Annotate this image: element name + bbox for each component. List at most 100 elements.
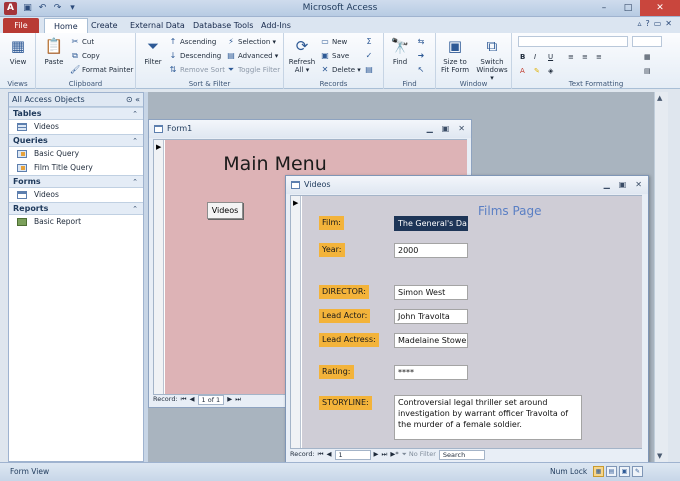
scroll-down-icon[interactable]: ▼ bbox=[657, 452, 662, 460]
film-field[interactable]: The General's Dau bbox=[394, 216, 468, 231]
bold-button[interactable]: B bbox=[520, 51, 525, 63]
tab-create[interactable]: Create bbox=[82, 18, 127, 33]
ascending-button[interactable]: ↑ Ascending bbox=[168, 36, 217, 48]
last-record-icon[interactable]: ⏭ bbox=[382, 449, 388, 460]
lead-actress-field[interactable]: Madelaine Stowe bbox=[394, 333, 468, 348]
prev-record-icon[interactable]: ◀ bbox=[190, 394, 195, 405]
totals-button[interactable]: Σ bbox=[364, 36, 376, 48]
layout-view-icon[interactable]: ▣ bbox=[619, 466, 630, 477]
close-icon[interactable]: ✕ bbox=[635, 176, 642, 194]
paste-button[interactable]: 📋 Paste bbox=[40, 36, 68, 66]
refresh-all-button[interactable]: ⟳ Refresh All ▾ bbox=[288, 36, 316, 74]
form1-title-bar[interactable]: Form1 ▁ ▣ ✕ bbox=[149, 120, 471, 138]
nav-pane-header[interactable]: All Access Objects ⊙ « bbox=[9, 93, 143, 107]
align-center-icon[interactable]: ≡ bbox=[582, 51, 588, 63]
help-icon[interactable]: ? bbox=[645, 19, 649, 28]
first-record-icon[interactable]: ⏮ bbox=[181, 394, 187, 405]
nav-item-basic-query[interactable]: Basic Query bbox=[9, 147, 143, 161]
search-box[interactable]: Search bbox=[438, 449, 485, 460]
nav-item-film-title-query[interactable]: Film Title Query bbox=[9, 161, 143, 175]
design-view-icon[interactable]: ✎ bbox=[632, 466, 643, 477]
nav-item-table-videos[interactable]: Videos bbox=[9, 120, 143, 134]
videos-form-scrollbar[interactable] bbox=[642, 195, 648, 449]
tab-add-ins[interactable]: Add-Ins bbox=[252, 18, 300, 33]
italic-button[interactable]: I bbox=[534, 51, 536, 63]
view-button[interactable]: ▦ View bbox=[4, 36, 32, 66]
form-view-icon[interactable]: ▦ bbox=[593, 466, 604, 477]
nav-item-form-videos[interactable]: Videos bbox=[9, 188, 143, 202]
delete-record-button[interactable]: ✕ Delete ▾ bbox=[320, 64, 361, 76]
storyline-field[interactable]: Controversial legal thriller set around … bbox=[394, 395, 582, 440]
save-record-button[interactable]: ▣ Save bbox=[320, 50, 349, 62]
new-record-button[interactable]: ▭ New bbox=[320, 36, 347, 48]
nav-section-tables[interactable]: Tables ⌃ bbox=[9, 107, 143, 120]
director-field[interactable]: Simon West bbox=[394, 285, 468, 300]
scroll-up-icon[interactable]: ▲ bbox=[657, 94, 662, 102]
tab-file[interactable]: File bbox=[3, 18, 39, 33]
next-record-icon[interactable]: ▶ bbox=[374, 449, 379, 460]
minimize-icon[interactable]: ▁ bbox=[604, 176, 610, 194]
videos-button[interactable]: Videos bbox=[207, 202, 243, 219]
nav-item-basic-report[interactable]: Basic Report bbox=[9, 215, 143, 229]
close-doc-icon[interactable]: ✕ bbox=[665, 19, 672, 28]
record-selector[interactable]: ▶ bbox=[154, 140, 164, 394]
nav-section-queries[interactable]: Queries ⌃ bbox=[9, 134, 143, 147]
font-name-dropdown[interactable] bbox=[518, 36, 628, 47]
align-right-icon[interactable]: ≡ bbox=[596, 51, 602, 63]
restore-icon[interactable]: ▣ bbox=[442, 120, 450, 138]
next-record-icon[interactable]: ▶ bbox=[227, 394, 232, 405]
minimize-button[interactable]: – bbox=[592, 0, 616, 16]
new-record-nav-icon[interactable]: ▶* bbox=[390, 449, 398, 460]
minimize-icon[interactable]: ▁ bbox=[427, 120, 433, 138]
copy-button[interactable]: ⧉ Copy bbox=[70, 50, 100, 62]
filter-button[interactable]: ⏷ Filter bbox=[139, 36, 167, 66]
record-selector[interactable]: ▶ bbox=[291, 196, 301, 448]
datasheet-view-icon[interactable]: ▤ bbox=[606, 466, 617, 477]
close-icon[interactable]: ✕ bbox=[458, 120, 465, 138]
videos-title-bar[interactable]: Videos ▁ ▣ ✕ bbox=[286, 176, 648, 194]
toggle-filter-button[interactable]: ⏷ Toggle Filter bbox=[226, 64, 280, 76]
restore-icon[interactable]: ▣ bbox=[619, 176, 627, 194]
nav-menu-icon[interactable]: ⊙ bbox=[126, 95, 133, 104]
gridlines-icon[interactable]: ▦ bbox=[644, 51, 651, 63]
font-color-icon[interactable]: A bbox=[520, 65, 525, 77]
fill-color-icon[interactable]: ◈ bbox=[548, 65, 553, 77]
nav-section-forms[interactable]: Forms ⌃ bbox=[9, 175, 143, 188]
restore-icon[interactable]: ▭ bbox=[654, 19, 662, 28]
nav-section-reports[interactable]: Reports ⌃ bbox=[9, 202, 143, 215]
shutter-bar-icon[interactable]: « bbox=[135, 95, 140, 104]
spelling-button[interactable]: ✓ bbox=[364, 50, 376, 62]
highlight-icon[interactable]: ✎ bbox=[534, 65, 540, 77]
size-to-fit-button[interactable]: ▣ Size to Fit Form bbox=[440, 36, 470, 74]
record-number-field[interactable]: 1 of 1 bbox=[197, 394, 225, 405]
record-number-field[interactable]: 1 bbox=[334, 449, 371, 460]
lead-actor-field[interactable]: John Travolta bbox=[394, 309, 468, 324]
descending-button[interactable]: ↓ Descending bbox=[168, 50, 222, 62]
selection-button[interactable]: ⚡ Selection ▾ bbox=[226, 36, 276, 48]
minimize-ribbon-icon[interactable]: ▵ bbox=[637, 19, 641, 28]
switch-windows-button[interactable]: ⧉ Switch Windows ▾ bbox=[476, 36, 508, 82]
remove-sort-button[interactable]: ⇅ Remove Sort bbox=[168, 64, 225, 76]
close-button[interactable]: ✕ bbox=[640, 0, 680, 16]
first-record-icon[interactable]: ⏮ bbox=[318, 449, 324, 460]
cut-button[interactable]: ✂ Cut bbox=[70, 36, 94, 48]
rating-field[interactable]: **** bbox=[394, 365, 468, 380]
select-button[interactable]: ↖ bbox=[416, 64, 428, 76]
alternate-row-color-icon[interactable]: ▤ bbox=[644, 65, 651, 77]
format-painter-button[interactable]: 🖌 Format Painter bbox=[70, 64, 133, 76]
prev-record-icon[interactable]: ◀ bbox=[327, 449, 332, 460]
tab-external-data[interactable]: External Data bbox=[121, 18, 194, 33]
last-record-icon[interactable]: ⏭ bbox=[235, 394, 241, 405]
underline-button[interactable]: U bbox=[548, 51, 553, 63]
year-field[interactable]: 2000 bbox=[394, 243, 468, 258]
align-left-icon[interactable]: ≡ bbox=[568, 51, 574, 63]
workspace-scrollbar[interactable]: ▲ ▼ bbox=[654, 92, 668, 462]
font-size-dropdown[interactable] bbox=[632, 36, 662, 47]
more-button[interactable]: ▤ bbox=[364, 64, 376, 76]
tab-database-tools[interactable]: Database Tools bbox=[184, 18, 262, 33]
advanced-button[interactable]: ▤ Advanced ▾ bbox=[226, 50, 278, 62]
no-filter-button[interactable]: ⏷ No Filter bbox=[402, 449, 436, 460]
goto-button[interactable]: ➜ bbox=[416, 50, 428, 62]
replace-button[interactable]: ⇆ bbox=[416, 36, 428, 48]
find-button[interactable]: 🔭 Find bbox=[386, 36, 414, 66]
